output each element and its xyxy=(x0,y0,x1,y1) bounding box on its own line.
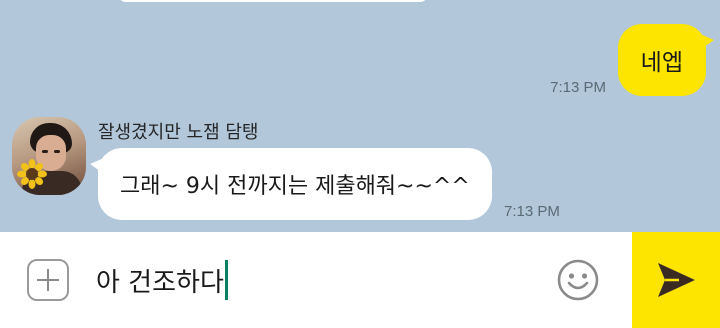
send-button[interactable] xyxy=(632,232,720,328)
message-draft-text: 아 건조하다 xyxy=(96,267,224,298)
message-composer: 아 건조하다 xyxy=(0,232,720,328)
sunflower-icon xyxy=(17,159,47,189)
outgoing-message-bubble[interactable]: 네엡 xyxy=(617,24,715,96)
text-caret xyxy=(224,260,228,300)
outgoing-message-time: 7:13 PM xyxy=(550,79,606,96)
outgoing-message-text: 네엡 xyxy=(640,50,683,76)
sender-avatar[interactable] xyxy=(12,117,86,195)
smiley-icon[interactable] xyxy=(556,258,600,302)
incoming-message-time: 7:13 PM xyxy=(504,203,560,220)
incoming-message-bubble[interactable]: 그래~ 9시 전까지는 제출해줘~~^^ xyxy=(90,148,492,220)
paper-plane-icon xyxy=(658,263,695,297)
incoming-message-text: 그래~ 9시 전까지는 제출해줘~~^^ xyxy=(120,174,470,199)
chat-area: 네엡 7:13 PM 잘생겼지만 노잼 담탱 그래~ 9시 전까지는 제출해줘~… xyxy=(0,0,720,232)
previous-message-bubble xyxy=(118,0,428,2)
plus-square-icon[interactable] xyxy=(27,259,69,301)
sender-name: 잘생겼지만 노잼 담탱 xyxy=(98,122,259,143)
message-input[interactable]: 아 건조하다 xyxy=(96,258,516,302)
